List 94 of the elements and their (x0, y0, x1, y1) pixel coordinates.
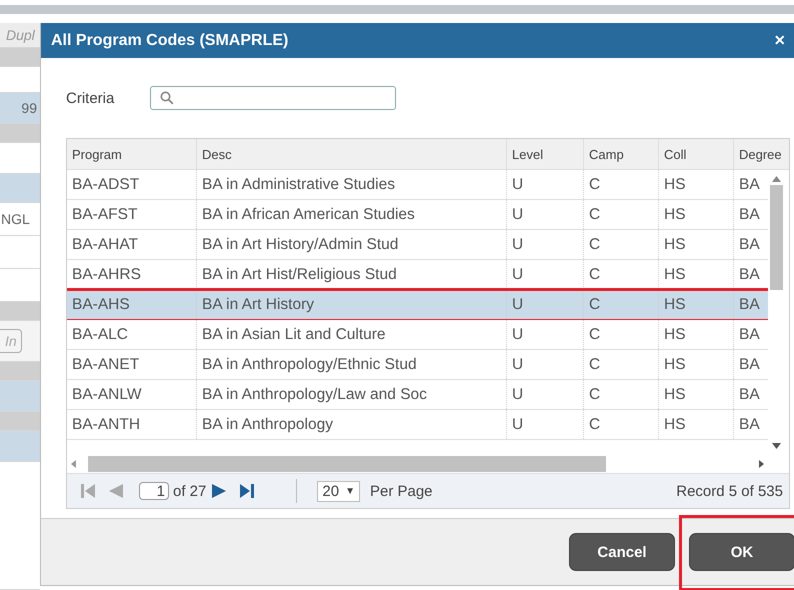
table-cell: BA-AHS (67, 290, 197, 319)
scroll-down-icon[interactable] (772, 443, 781, 449)
column-header[interactable]: Desc (197, 139, 507, 169)
per-page-label: Per Page (370, 482, 433, 500)
table-cell: U (507, 320, 584, 349)
previous-page-icon[interactable] (107, 483, 123, 499)
table-cell: HS (659, 380, 734, 409)
close-button[interactable]: × (770, 30, 789, 51)
table-cell: BA-ANTH (67, 410, 197, 439)
scroll-right-icon[interactable] (759, 460, 764, 468)
table-cell: C (584, 320, 659, 349)
table-cell: C (584, 200, 659, 229)
input-field[interactable]: NGL (0, 203, 40, 236)
table-cell: U (507, 290, 584, 319)
criteria-label: Criteria (66, 90, 116, 106)
table-cell: HS (659, 170, 734, 199)
table-cell: BA (734, 410, 768, 439)
table-cell: C (584, 170, 659, 199)
table-cell: BA in Anthropology (197, 410, 507, 439)
table-cell: BA-ANLW (67, 380, 197, 409)
table-cell: C (584, 350, 659, 379)
divider-band (0, 124, 40, 143)
table-cell: BA in Anthropology/Ethnic Stud (197, 350, 507, 379)
table-cell: C (584, 260, 659, 289)
per-page-select[interactable]: 20 ▼ (317, 480, 360, 502)
table-cell: U (507, 200, 584, 229)
table-cell: BA in Art History/Admin Stud (197, 230, 507, 259)
scroll-thumb[interactable] (88, 456, 606, 472)
table-row[interactable]: BA-ANTH BA in Anthropology U C HS BA (67, 410, 768, 440)
last-page-icon[interactable] (240, 483, 254, 499)
table-cell: HS (659, 290, 734, 319)
table-cell: U (507, 380, 584, 409)
table-cell: HS (659, 200, 734, 229)
value-field[interactable]: 99 (0, 93, 40, 124)
table-cell: C (584, 290, 659, 319)
page-count: of 27 (173, 482, 206, 500)
value-field[interactable] (0, 381, 40, 412)
column-header[interactable]: Camp (584, 139, 659, 169)
table-cell: BA-ALC (67, 320, 197, 349)
table-cell: BA-AFST (67, 200, 197, 229)
table-cell: BA (734, 350, 768, 379)
table-cell: BA in Asian Lit and Culture (197, 320, 507, 349)
table-row[interactable]: BA-ALC BA in Asian Lit and Culture U C HS BA (67, 320, 768, 350)
table-cell: U (507, 350, 584, 379)
search-field[interactable] (150, 86, 396, 110)
table-cell: HS (659, 410, 734, 439)
next-page-icon[interactable] (212, 483, 228, 499)
table-cell: U (507, 230, 584, 259)
column-header[interactable]: Program (67, 139, 197, 169)
column-header[interactable]: Degree (734, 139, 789, 169)
table-cell: HS (659, 320, 734, 349)
table-cell: BA (734, 380, 768, 409)
table-cell: HS (659, 230, 734, 259)
scroll-left-icon[interactable] (71, 460, 76, 468)
scroll-up-icon[interactable] (772, 176, 781, 182)
table-cell: BA in Art History (197, 290, 507, 319)
table-cell: C (584, 410, 659, 439)
selected-row[interactable]: BA-AHS BA in Art History U C HS BA (67, 290, 768, 320)
scroll-thumb[interactable] (770, 185, 783, 290)
first-page-icon[interactable] (81, 483, 95, 499)
table-row[interactable]: BA-AHAT BA in Art History/Admin Stud U C HS BA (67, 230, 768, 260)
table-cell: BA in Art Hist/Religious Stud (197, 260, 507, 289)
table-cell: C (584, 380, 659, 409)
column-header[interactable]: Level (507, 139, 584, 169)
dialog-title: All Program Codes (SMAPRLE) (51, 32, 288, 50)
table-cell: BA in Administrative Studies (197, 170, 507, 199)
table-cell: BA in African American Studies (197, 200, 507, 229)
table-cell: BA (734, 320, 768, 349)
table-cell: C (584, 230, 659, 259)
table-row[interactable]: BA-ADST BA in Administrative Studies U C HS BA (67, 170, 768, 200)
page-number-field[interactable]: 1 (139, 482, 169, 500)
column-header[interactable]: Coll (659, 139, 734, 169)
table-row[interactable]: BA-AFST BA in African American Studies U C HS BA (67, 200, 768, 230)
input-field[interactable] (0, 269, 40, 302)
input-field[interactable] (0, 236, 40, 269)
table-cell: U (507, 410, 584, 439)
table-cell: HS (659, 260, 734, 289)
table-cell: BA-AHRS (67, 260, 197, 289)
value-field[interactable] (0, 431, 40, 462)
table-cell: BA in Anthropology/Law and Soc (197, 380, 507, 409)
cancel-button[interactable]: Cancel (569, 533, 675, 571)
table-cell: U (507, 170, 584, 199)
table-row[interactable]: BA-ANET BA in Anthropology/Ethnic Stud U C HS BA (67, 350, 768, 380)
table-cell: BA-AHAT (67, 230, 197, 259)
table-cell: BA-ANET (67, 350, 197, 379)
search-icon (160, 91, 174, 105)
table-row[interactable]: BA-ANLW BA in Anthropology/Law and Soc U C HS BA (67, 380, 768, 410)
divider-band (0, 48, 40, 67)
record-count: Record 5 of 535 (676, 482, 783, 500)
table-cell: HS (659, 350, 734, 379)
table-cell: BA-ADST (67, 170, 197, 199)
table-cell: U (507, 260, 584, 289)
divider-band (0, 412, 40, 431)
ok-button[interactable]: OK (689, 533, 794, 571)
